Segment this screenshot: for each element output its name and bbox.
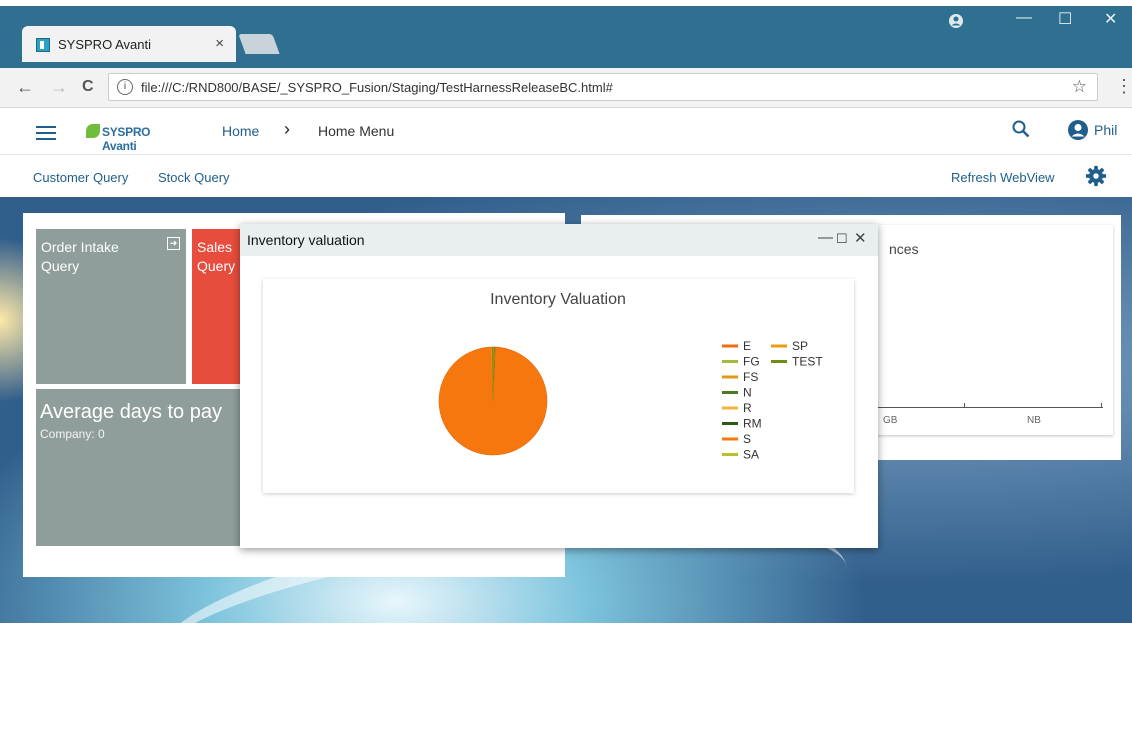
x-axis-tick	[1101, 403, 1102, 408]
legend-item-n[interactable]: N	[722, 386, 752, 400]
reload-button[interactable]: C	[82, 78, 94, 96]
back-button[interactable]: ←	[16, 77, 34, 98]
url-text[interactable]: file:///C:/RND800/BASE/_SYSPRO_Fusion/St…	[141, 80, 613, 95]
average-days-tile[interactable]: Average days to pay Company: 0	[36, 389, 252, 546]
url-field[interactable]: i file:///C:/RND800/BASE/_SYSPRO_Fusion/…	[108, 73, 1098, 101]
window-maximize-button[interactable]: ☐	[1058, 9, 1072, 29]
order-intake-tile[interactable]: Order Intake Query ➜	[36, 229, 186, 384]
new-tab-button[interactable]	[238, 34, 280, 54]
legend-label: SA	[743, 448, 759, 462]
user-name[interactable]: Phil	[1094, 122, 1117, 138]
average-days-company: Company: 0	[40, 427, 105, 441]
dialog-title: Inventory valuation	[247, 232, 365, 248]
legend-label: RM	[743, 417, 762, 431]
legend-label: TEST	[792, 355, 823, 369]
breadcrumb-current: Home Menu	[318, 123, 395, 139]
favicon-icon	[36, 38, 50, 52]
launch-icon[interactable]: ➜	[167, 237, 180, 250]
dialog-minimize-button[interactable]: —	[818, 229, 833, 246]
logo-leaf-icon	[86, 124, 100, 138]
browser-tab[interactable]: SYSPRO Avanti ×	[22, 26, 236, 62]
inventory-valuation-dialog: Inventory valuation — ☐ ✕ Inventory Valu…	[240, 224, 878, 548]
forward-button[interactable]: →	[50, 77, 68, 98]
customer-query-link[interactable]: Customer Query	[33, 170, 128, 185]
dialog-header[interactable]: Inventory valuation — ☐ ✕	[240, 224, 878, 256]
legend-label: N	[743, 386, 752, 400]
legend-label: S	[743, 432, 751, 446]
inventory-pie-chart: Inventory Valuation E FGFS NR RMS SA SP TEST	[438, 291, 823, 462]
quick-links-toolbar: Customer Query Stock Query Refresh WebVi…	[0, 155, 1132, 197]
dialog-close-button[interactable]: ✕	[854, 229, 867, 247]
balances-title: nces	[889, 241, 919, 257]
window-close-button[interactable]: ✕	[1104, 9, 1117, 29]
bookmark-star-icon[interactable]: ☆	[1072, 77, 1087, 97]
legend-item-sa[interactable]: SA	[722, 448, 759, 462]
tab-close-icon[interactable]: ×	[215, 35, 224, 52]
browser-title-bar: SYSPRO Avanti × — ☐ ✕	[0, 0, 1132, 68]
legend-item-fs[interactable]: FS	[722, 370, 758, 384]
legend-item-test[interactable]: TEST	[771, 355, 823, 369]
average-days-title: Average days to pay	[40, 401, 222, 423]
refresh-webview-link[interactable]: Refresh WebView	[951, 170, 1055, 185]
dialog-maximize-button[interactable]: ☐	[836, 231, 848, 247]
x-axis-tick	[964, 403, 965, 408]
account-icon[interactable]	[948, 13, 964, 29]
info-icon[interactable]: i	[117, 79, 133, 95]
app-header: SYSPRO Avanti Home › Home Menu Phil	[0, 108, 1132, 155]
legend-item-fg[interactable]: FG	[722, 355, 760, 369]
syspro-logo[interactable]: SYSPRO Avanti	[86, 121, 186, 153]
hamburger-menu-icon[interactable]	[36, 126, 56, 140]
window-minimize-button[interactable]: —	[1016, 9, 1032, 27]
x-tick-label: NB	[1027, 415, 1041, 426]
top-strip	[0, 0, 1132, 6]
legend-label: FS	[743, 370, 758, 384]
tab-title: SYSPRO Avanti	[58, 37, 151, 52]
chart-title: Inventory Valuation	[490, 291, 626, 308]
breadcrumb-home[interactable]: Home	[222, 123, 259, 139]
x-axis	[871, 407, 1103, 408]
legend-label: E	[743, 339, 751, 353]
browser-menu-icon[interactable]: ⋮	[1115, 76, 1132, 97]
legend-item-sp[interactable]: SP	[771, 339, 808, 353]
x-tick-label: GB	[883, 415, 898, 426]
stock-query-link[interactable]: Stock Query	[158, 170, 230, 185]
legend-label: SP	[792, 339, 808, 353]
address-bar: ← → C i file:///C:/RND800/BASE/_SYSPRO_F…	[0, 68, 1132, 108]
legend-label: R	[743, 401, 752, 415]
order-intake-title: Order Intake Query	[41, 239, 119, 274]
legend-label: FG	[743, 355, 760, 369]
search-icon[interactable]	[1012, 120, 1030, 138]
chart-card: Inventory Valuation E FG FS N R RM S SA SP TEST	[263, 279, 854, 493]
legend-item-r[interactable]: R	[722, 401, 752, 415]
legend-item-s[interactable]: S	[722, 432, 751, 446]
legend-item-e[interactable]: E	[722, 339, 751, 353]
logo-text: SYSPRO Avanti	[102, 125, 151, 153]
legend-item-rm[interactable]: RM	[722, 417, 762, 431]
gear-icon[interactable]	[1085, 165, 1107, 187]
user-avatar-icon[interactable]	[1068, 120, 1088, 140]
breadcrumb-separator-icon: ›	[284, 119, 290, 139]
